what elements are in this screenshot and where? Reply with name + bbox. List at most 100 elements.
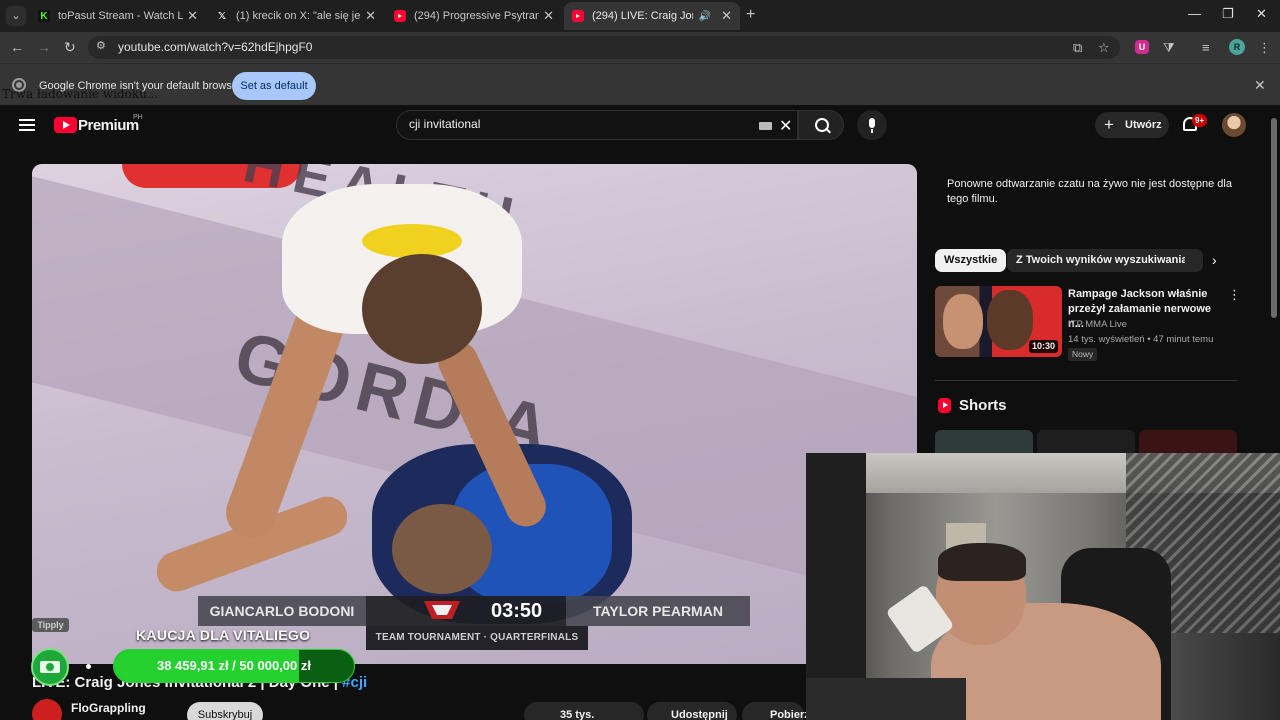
- region-code: PH: [133, 114, 143, 121]
- new-tab-button[interactable]: +: [746, 6, 755, 24]
- address-bar[interactable]: ⚙ youtube.com/watch?v=62hdEjhpgF0: [88, 36, 1120, 59]
- short-thumbnail[interactable]: [935, 430, 1033, 454]
- channel-name[interactable]: FloGrappling: [71, 701, 146, 715]
- match-stage: TEAM TOURNAMENT · QUARTERFINALS: [366, 626, 588, 650]
- search-input[interactable]: [409, 117, 749, 131]
- site-info-icon[interactable]: ⚙: [96, 39, 106, 52]
- tab-close-icon[interactable]: ✕: [543, 8, 554, 24]
- default-browser-infobar: Google Chrome isn't your default browser…: [0, 63, 1280, 105]
- search-box: ✕: [396, 110, 798, 140]
- thumbnail-face: [943, 294, 983, 349]
- share-button[interactable]: Udostępnij: [647, 702, 737, 720]
- infobar-close-icon[interactable]: ✕: [1254, 77, 1266, 94]
- short-thumbnail[interactable]: [1037, 430, 1135, 454]
- youtube-logo-icon[interactable]: [54, 117, 77, 133]
- create-label: Utwórz: [1125, 119, 1162, 131]
- guide-menu-icon[interactable]: [19, 119, 35, 131]
- tab-title: (294) Progressive Psytrance - Ind: [414, 10, 540, 22]
- tab-youtube-cji[interactable]: (294) LIVE: Craig Jones Invitational 🔊 ✕: [564, 2, 740, 30]
- chip-all[interactable]: Wszystkie: [935, 249, 1007, 272]
- new-badge: Nowy: [1068, 348, 1098, 361]
- close-window-icon[interactable]: ✕: [1256, 6, 1267, 22]
- kick-icon: K: [38, 10, 50, 22]
- chip-from-search[interactable]: Z Twoich wyników wyszukiwania: [1007, 249, 1197, 272]
- tab-kick[interactable]: K toPasut Stream - Watch Live on Kick ✕: [30, 2, 206, 30]
- thumbnail-face: [987, 290, 1033, 350]
- chat-replay-notice: Ponowne odtwarzanie czatu na żywo nie je…: [947, 178, 1232, 205]
- profile-avatar[interactable]: R: [1229, 39, 1245, 55]
- menu-kebab-icon[interactable]: ⋮: [1258, 40, 1271, 56]
- tab-close-icon[interactable]: ✕: [721, 8, 732, 24]
- streamer-hair: [938, 543, 1026, 581]
- divider: [935, 380, 1237, 381]
- fighter-top-head: [362, 254, 482, 364]
- youtube-icon: [572, 10, 584, 22]
- tab-close-icon[interactable]: ✕: [365, 8, 376, 24]
- plus-icon: +: [1104, 115, 1114, 134]
- youtube-icon: [394, 10, 406, 22]
- short-thumbnail[interactable]: [1139, 430, 1237, 454]
- back-icon[interactable]: ←: [10, 39, 24, 55]
- tab-youtube-psytrance[interactable]: (294) Progressive Psytrance - Ind ✕: [386, 2, 562, 30]
- donation-goal-bar: 38 459,91 zł / 50 000,00 zł: [113, 649, 355, 683]
- toolbar: ← → ↻ ⚙ youtube.com/watch?v=62hdEjhpgF0 …: [0, 32, 1280, 63]
- shorts-heading: Shorts: [959, 397, 1007, 414]
- url-text[interactable]: youtube.com/watch?v=62hdEjhpgF0: [118, 40, 312, 54]
- media-controls-icon[interactable]: ≡: [1202, 40, 1210, 55]
- download-button[interactable]: Pobierz: [742, 702, 810, 720]
- chip-more[interactable]: [1185, 249, 1203, 272]
- money-icon: [31, 648, 69, 686]
- cast-icon[interactable]: ⧉: [1073, 40, 1082, 56]
- clear-search-icon[interactable]: ✕: [779, 116, 792, 136]
- recommendation-channel[interactable]: ITP MMA Live: [1068, 319, 1127, 330]
- forward-icon[interactable]: →: [37, 39, 51, 55]
- tab-strip: ⌄ K toPasut Stream - Watch Live on Kick …: [0, 0, 1280, 32]
- share-label: Udostępnij: [671, 709, 728, 720]
- desk: [806, 678, 966, 720]
- tab-title: (294) LIVE: Craig Jones Invitational: [592, 10, 693, 22]
- minimize-icon[interactable]: —: [1188, 6, 1201, 21]
- bookmark-star-icon[interactable]: ☆: [1098, 40, 1110, 56]
- notification-count-badge: 9+: [1192, 114, 1208, 127]
- shorts-icon: [938, 398, 951, 413]
- youtube-brand[interactable]: Premium: [78, 117, 139, 134]
- search-button[interactable]: [798, 110, 844, 140]
- create-button[interactable]: + Utwórz: [1095, 112, 1169, 138]
- set-default-button[interactable]: Set as default: [232, 72, 316, 100]
- donation-goal-title: KAUCJA DLA VITALIEGO: [136, 627, 311, 643]
- channel-avatar[interactable]: [32, 699, 62, 720]
- match-scorebug: GIANCARLO BODONI 03:50 TAYLOR PEARMAN: [198, 596, 750, 626]
- like-count: 35 tys.: [560, 709, 595, 720]
- extension-u-icon[interactable]: U: [1135, 40, 1149, 54]
- extensions-icon[interactable]: ⧩: [1163, 40, 1175, 56]
- donation-goal-amount: 38 459,91 zł / 50 000,00 zł: [157, 658, 311, 673]
- voice-search-button[interactable]: [857, 110, 887, 140]
- tab-x[interactable]: 𝕏 (1) krecik on X: "ale się jebana spraw…: [208, 2, 384, 30]
- webcam-overlay: [806, 453, 1280, 720]
- account-avatar[interactable]: [1222, 113, 1246, 137]
- tipply-badge: Tipply: [32, 618, 69, 632]
- match-clock: 03:50: [491, 600, 543, 622]
- tab-title: toPasut Stream - Watch Live on Kick: [58, 10, 184, 22]
- video-player[interactable]: HEALTH GORDIA: [32, 164, 917, 664]
- rashguard-logo: [362, 224, 462, 258]
- subscribe-button[interactable]: Subskrybuj: [187, 702, 263, 720]
- download-label: Pobierz: [770, 709, 810, 720]
- page-scrollbar[interactable]: [1271, 118, 1277, 318]
- keyboard-icon[interactable]: [759, 122, 772, 130]
- reload-icon[interactable]: ↻: [64, 39, 76, 56]
- competitor-left: GIANCARLO BODONI: [198, 596, 366, 626]
- cji-logo-icon: [424, 601, 460, 619]
- goal-bullet: [86, 664, 91, 669]
- tab-search-button[interactable]: ⌄: [6, 6, 26, 26]
- video-duration: 10:30: [1029, 340, 1059, 353]
- competitor-right: TAYLOR PEARMAN: [566, 596, 750, 626]
- maximize-icon[interactable]: ❐: [1222, 6, 1234, 22]
- tab-close-icon[interactable]: ✕: [187, 8, 198, 24]
- tab-title: (1) krecik on X: "ale się jebana sprawa": [236, 10, 361, 22]
- chevron-right-icon[interactable]: ›: [1212, 252, 1217, 268]
- x-icon: 𝕏: [217, 10, 227, 22]
- more-actions-icon[interactable]: ⋮: [1228, 287, 1241, 303]
- speaker-icon[interactable]: 🔊: [699, 11, 711, 22]
- like-button[interactable]: 35 tys.: [524, 702, 644, 720]
